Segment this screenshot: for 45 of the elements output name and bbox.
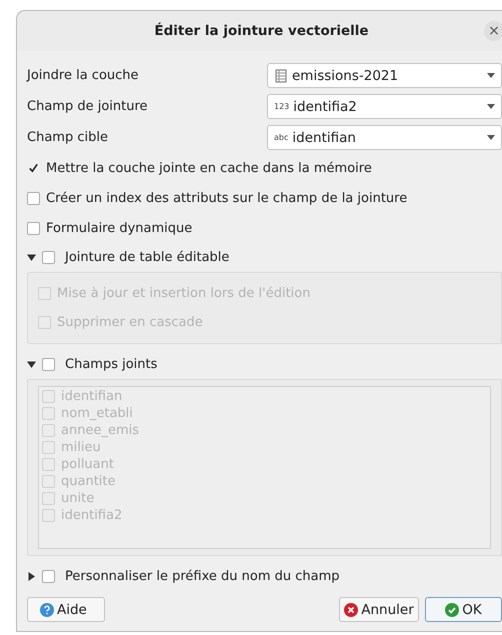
list-item-label: unite [61,491,94,506]
check-icon [445,602,460,616]
list-item-label: quantite [61,474,116,489]
checkbox[interactable] [42,251,55,264]
checkbox-label: Créer un index des attributs sur le champ de la jointure [46,190,408,206]
checkbox[interactable] [27,162,40,174]
group-title: Champs joints [65,357,158,372]
checkbox-label: Mettre la couche jointe en cache dans la mémoire [46,160,372,176]
expanded-arrow-icon[interactable] [27,253,36,262]
list-item-label: polluant [61,457,114,472]
checkbox[interactable] [27,222,40,234]
list-item-label: identifia2 [61,508,122,523]
list-item-label: identifian [61,389,122,404]
dialog-button[interactable]: OK [425,597,502,622]
field-label: Champ de jointure [27,99,149,114]
help-icon [40,602,54,616]
close-button[interactable]: × [484,21,502,41]
window-title: Éditer la jointure vectorielle [154,23,369,39]
field-type-label: abc [274,133,288,142]
checkbox-label: Formulaire dynamique [46,220,192,236]
expanded-arrow-icon[interactable] [27,360,36,369]
field-label: Champ cible [27,130,109,145]
checkbox[interactable] [27,192,40,204]
dialog-button[interactable]: Annuler [339,597,419,622]
cancel-icon [344,602,358,616]
list-item-label: milieu [61,440,101,455]
table-icon [274,68,288,82]
dropdown-arrow-icon [487,135,495,140]
checkbox[interactable] [42,358,55,371]
dialog-button[interactable]: Aide [27,597,105,622]
list-item-label: annee_emis [61,423,139,438]
collapsed-arrow-icon[interactable] [27,572,36,581]
dropdown-arrow-icon [487,73,495,78]
checkbox-label: Mise à jour et insertion lors de l'édition [57,286,310,301]
dropdown[interactable]: 123 identifia2 [267,94,502,119]
field-type-label: 123 [274,102,290,111]
group-title: Jointure de table éditable [65,250,230,265]
field-label: Joindre la couche [27,68,140,83]
checkbox-label: Supprimer en cascade [57,315,203,330]
dropdown-arrow-icon [487,104,495,109]
dropdown[interactable]: abc identifian [267,125,502,150]
list-item-label: nom_etabli [61,406,133,421]
group-title: Personnaliser le préfixe du nom du champ [65,569,340,584]
checkbox[interactable] [42,570,55,583]
dropdown[interactable]: emissions-2021 [267,63,502,88]
